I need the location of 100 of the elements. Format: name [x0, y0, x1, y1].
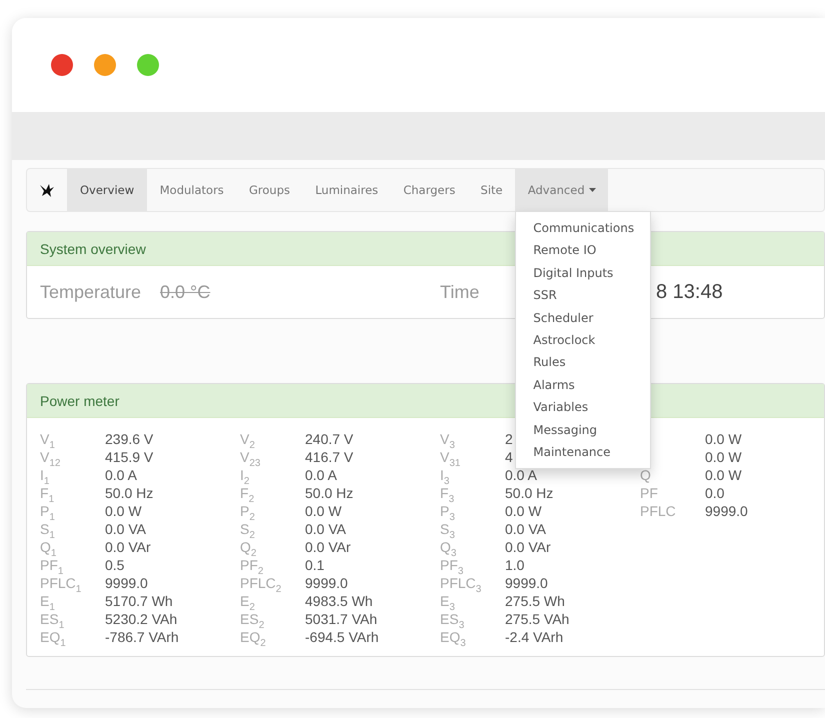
caret-icon	[588, 188, 596, 192]
measure-label: E$_{3}$	[440, 592, 456, 610]
measure-value: 240.7 V	[305, 430, 354, 448]
field-label: Temperature	[40, 282, 142, 302]
measure-label: S$_{2}$	[240, 520, 256, 538]
field-value: 0.0 °C	[160, 282, 210, 302]
measure-label: P$_{2}$	[240, 502, 256, 520]
measure-label: EQ$_{2}$	[240, 628, 267, 646]
measure-value: 9999.0	[305, 574, 348, 592]
measure-label: V$_{2}$	[240, 430, 256, 448]
measure-value: 2	[505, 430, 513, 448]
measure-value: 0.0 VAr	[305, 538, 351, 556]
measure-label: PFLC$_{3}$	[440, 574, 482, 592]
menu-item[interactable]: SSR	[516, 284, 650, 307]
menu-item[interactable]: Astroclock	[516, 328, 650, 352]
measure-label: PF$_{2}$	[240, 556, 264, 574]
measure-value: 0.5	[105, 556, 124, 574]
measure-label: F$_{1}$	[40, 484, 56, 502]
measure-value: 275.5 Wh	[505, 592, 565, 610]
menu-item[interactable]: Messaging	[516, 418, 650, 441]
menu-item[interactable]: Alarms	[516, 374, 650, 396]
measure-label: V$_{23}$	[240, 448, 262, 466]
measure-label: Q$_{3}$	[440, 538, 458, 556]
field-label: Time	[440, 282, 480, 302]
measure-label: S$_{1}$	[40, 520, 56, 538]
measure-value: 0.0 A	[305, 466, 337, 484]
measure-value: 0.0 W	[705, 430, 742, 448]
measure-label: I$_{3}$	[440, 466, 450, 484]
measure-value: -2.4 VArh	[505, 628, 564, 646]
panel-title: Power meter	[40, 392, 120, 408]
measure-value: 1.0	[505, 556, 524, 574]
measure-value: 50.0 Hz	[505, 484, 554, 502]
measure-label: PFLC$_{1}$	[40, 574, 82, 592]
measure-value: 9999.0	[705, 502, 748, 520]
measure-value: 239.6 V	[105, 430, 154, 448]
measure-value: 0.0 VA	[305, 520, 346, 538]
measure-label: V$_{31}$	[440, 448, 462, 466]
window-control-button[interactable]	[94, 54, 116, 76]
menu-item[interactable]: Variables	[516, 396, 650, 419]
measure-label: V$_{1}$	[40, 430, 56, 448]
measure-label: Q$_{1}$	[40, 538, 58, 556]
measure-value: 0.0 W	[105, 502, 142, 520]
measure-value: 0.0 W	[505, 502, 542, 520]
menu-item[interactable]: Rules	[516, 351, 650, 374]
window-control-button[interactable]	[51, 54, 73, 76]
measure-label: E$_{1}$	[40, 592, 56, 610]
measure-label: S$_{3}$	[440, 520, 456, 538]
measure-value: 415.9 V	[105, 448, 154, 466]
measure-value: 50.0 Hz	[105, 484, 154, 502]
nav-tab[interactable]: Site	[468, 169, 516, 211]
measure-value: 0.0 VA	[105, 520, 146, 538]
field-value: 8 13:48	[656, 280, 723, 302]
nav-tab[interactable]: Groups	[236, 169, 303, 211]
measure-label: EQ$_{1}$	[40, 628, 67, 646]
measure-label: I$_{1}$	[40, 466, 50, 484]
measure-label: Q$_{2}$	[240, 538, 258, 556]
measure-value: 9999.0	[505, 574, 548, 592]
nav-tab[interactable]: Modulators	[147, 169, 236, 211]
menu-item[interactable]: Communications	[516, 217, 650, 240]
measure-value: 0.0 A	[105, 466, 137, 484]
measure-value: -786.7 VArh	[105, 628, 179, 646]
measure-label: F$_{2}$	[240, 484, 256, 502]
nav-tab[interactable]: Chargers	[390, 169, 468, 211]
measure-value: 275.5 VAh	[505, 610, 570, 628]
menu-item[interactable]: Maintenance	[516, 440, 650, 464]
menu-item[interactable]: Digital Inputs	[516, 262, 650, 284]
measure-label: ES$_{1}$	[40, 610, 66, 628]
measure-label: V$_{12}$	[40, 448, 62, 466]
measure-label: PFLC	[640, 502, 677, 520]
menu-item[interactable]: Remote IO	[516, 239, 650, 262]
measure-label: PF$_{3}$	[440, 556, 464, 574]
measure-label: Q	[640, 466, 652, 484]
measure-label: PFLC$_{2}$	[240, 574, 282, 592]
measure-label: E$_{2}$	[240, 592, 256, 610]
measure-value: 0.0 A	[505, 466, 537, 484]
measure-label: F$_{3}$	[440, 484, 456, 502]
measure-value: 5031.7 VAh	[305, 610, 378, 628]
menu-item[interactable]: Scheduler	[516, 306, 650, 329]
measure-value: 0.0	[705, 484, 724, 502]
nav-tab[interactable]: Overview	[67, 169, 148, 211]
measure-value: 4983.5 Wh	[305, 592, 373, 610]
measure-label: P$_{3}$	[440, 502, 456, 520]
measure-label: V$_{3}$	[440, 430, 456, 448]
measure-value: 4	[505, 448, 513, 466]
measure-value: 0.0 W	[705, 448, 742, 466]
measure-value: 416.7 V	[305, 448, 354, 466]
measure-label: P$_{1}$	[40, 502, 56, 520]
measure-value: 0.0 W	[705, 466, 742, 484]
measure-value: 0.1	[305, 556, 324, 574]
measure-value: -694.5 VArh	[305, 628, 379, 646]
measure-label: ES$_{2}$	[240, 610, 266, 628]
nav-tab[interactable]: Luminaires	[302, 169, 391, 211]
measure-label: EQ$_{3}$	[440, 628, 467, 646]
measure-value: 0.0 VAr	[505, 538, 551, 556]
measure-label: PF$_{1}$	[40, 556, 64, 574]
measure-value: 5170.7 Wh	[105, 592, 173, 610]
measure-label: PF	[640, 484, 659, 502]
measure-value: 50.0 Hz	[305, 484, 354, 502]
measure-label: I$_{2}$	[240, 466, 250, 484]
measure-value: 5230.2 VAh	[105, 610, 178, 628]
